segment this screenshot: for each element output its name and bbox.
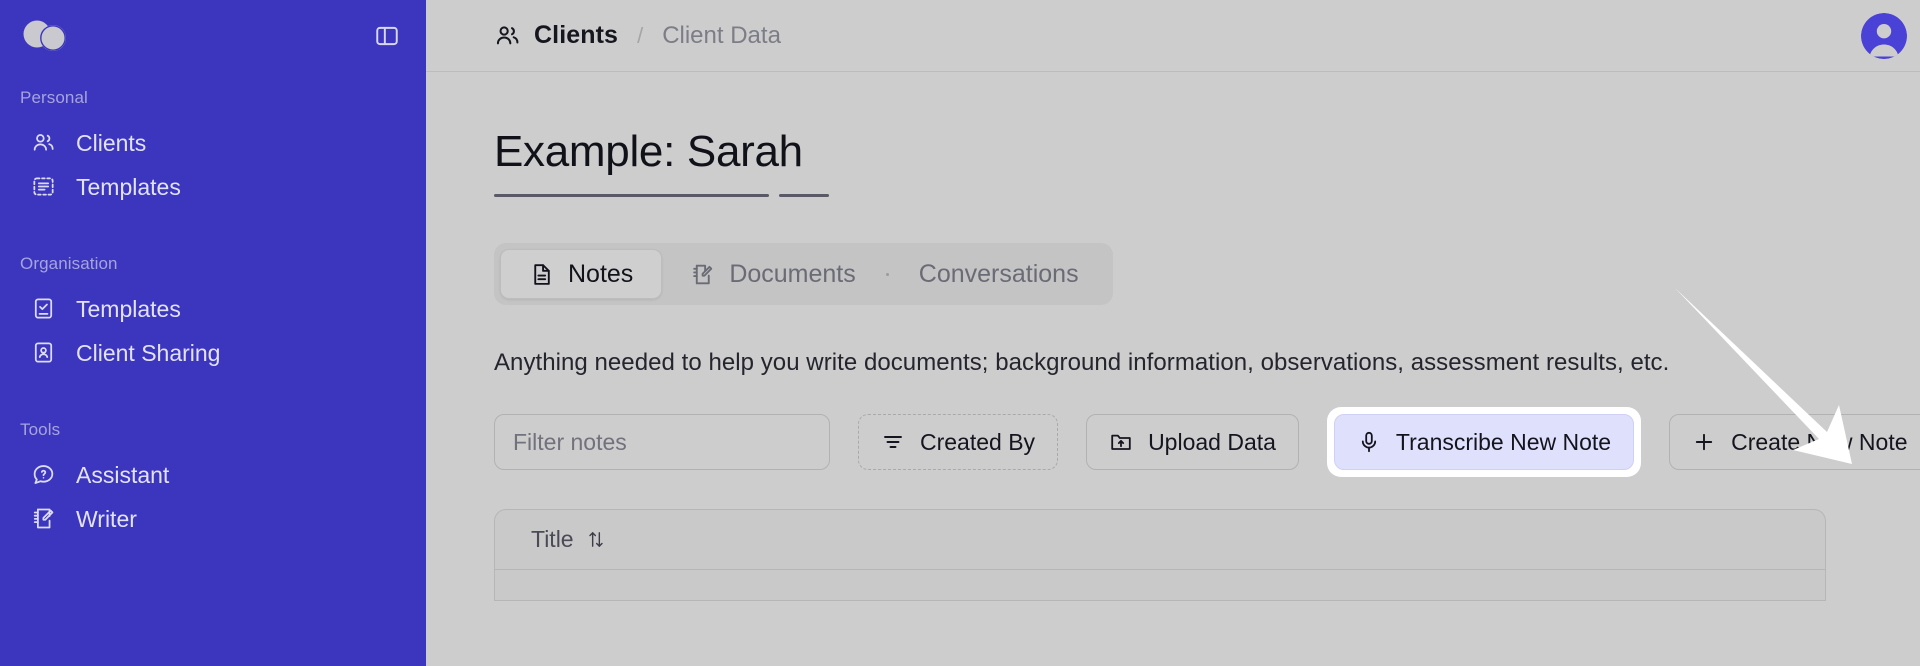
- notes-table: Title: [494, 509, 1826, 602]
- sidebar-item-label: Client Sharing: [76, 339, 221, 366]
- breadcrumb-current[interactable]: Clients: [534, 21, 618, 50]
- sidebar-item-label: Templates: [76, 295, 181, 322]
- tab-conversations[interactable]: Conversations: [891, 249, 1107, 299]
- checked-document-icon: [30, 295, 56, 321]
- sidebar-item-label: Writer: [76, 505, 137, 532]
- upload-data-label: Upload Data: [1148, 428, 1276, 455]
- section-hint: Anything needed to help you write docume…: [494, 349, 1670, 377]
- upload-data-button[interactable]: Upload Data: [1086, 414, 1299, 471]
- sidebar-heading-personal: Personal: [20, 88, 88, 107]
- users-icon: [494, 22, 521, 49]
- top-bar: Clients / Client Data: [426, 0, 1920, 72]
- tab-bar: Notes Documents Conversations: [494, 243, 1113, 306]
- sidebar-header: [0, 0, 426, 72]
- users-icon: [30, 129, 56, 155]
- transcribe-highlight-ring: Transcribe New Note: [1326, 407, 1642, 478]
- title-underline-primary: [494, 194, 769, 198]
- main-area: Clients / Client Data Example: Sarah Not…: [426, 0, 1920, 666]
- filter-notes-input[interactable]: [494, 414, 830, 471]
- sidebar-item-templates-personal[interactable]: Templates: [0, 164, 426, 208]
- create-new-note-button[interactable]: Create New Note: [1669, 414, 1920, 471]
- chat-question-icon: [30, 461, 56, 487]
- breadcrumb: Clients / Client Data: [494, 21, 781, 50]
- breadcrumb-separator: /: [637, 22, 644, 48]
- tab-separator-dot: [885, 272, 889, 276]
- sidebar: Personal Clients Templates Organisation …: [0, 0, 426, 666]
- sidebar-item-clients[interactable]: Clients: [0, 120, 426, 164]
- title-underline-group: [494, 194, 894, 198]
- table-column-title[interactable]: Title: [531, 526, 606, 553]
- sidebar-item-templates-org[interactable]: Templates: [0, 286, 426, 330]
- create-new-note-label: Create New Note: [1731, 428, 1908, 455]
- created-by-label: Created By: [920, 428, 1036, 455]
- title-underline-secondary: [779, 194, 829, 198]
- app-root: Personal Clients Templates Organisation …: [0, 0, 1920, 666]
- notes-toolbar: Created By Upload Data: [494, 407, 1920, 478]
- tab-label: Conversations: [918, 259, 1079, 288]
- table-column-label: Title: [531, 526, 574, 553]
- transcribe-new-note-label: Transcribe New Note: [1395, 428, 1612, 455]
- user-avatar[interactable]: [1860, 12, 1907, 59]
- id-card-icon: [30, 339, 56, 365]
- sidebar-heading-tools: Tools: [20, 420, 61, 439]
- sidebar-item-writer[interactable]: Writer: [0, 496, 426, 540]
- sort-arrows-icon[interactable]: [586, 529, 606, 551]
- page-content: Example: Sarah Notes Documents Conversat…: [426, 72, 1920, 602]
- sidebar-item-assistant[interactable]: Assistant: [0, 452, 426, 496]
- sidebar-heading-organisation: Organisation: [20, 254, 118, 273]
- sidebar-section-personal: Personal Clients Templates: [0, 88, 426, 208]
- microphone-icon: [1357, 430, 1382, 455]
- document-edit-icon: [690, 261, 716, 287]
- sidebar-item-client-sharing[interactable]: Client Sharing: [0, 330, 426, 374]
- tab-label: Notes: [568, 259, 634, 288]
- page-title-block: Example: Sarah: [494, 72, 894, 198]
- transcribe-new-note-button[interactable]: Transcribe New Note: [1333, 414, 1635, 471]
- folder-upload-icon: [1109, 430, 1134, 455]
- document-icon: [529, 261, 555, 287]
- tab-label: Documents: [729, 259, 856, 288]
- sidebar-item-label: Templates: [76, 173, 181, 200]
- filter-lines-icon: [881, 430, 906, 455]
- plus-icon: [1692, 430, 1717, 455]
- panel-toggle-icon[interactable]: [374, 23, 400, 49]
- notebook-pencil-icon: [30, 505, 56, 531]
- table-header-row: Title: [495, 510, 1825, 571]
- sidebar-section-tools: Tools Assistant Writer: [0, 420, 426, 540]
- sidebar-item-label: Clients: [76, 129, 147, 156]
- breadcrumb-sub[interactable]: Client Data: [662, 22, 781, 50]
- sidebar-item-label: Assistant: [76, 461, 170, 488]
- dashed-list-icon: [30, 173, 56, 199]
- tab-documents[interactable]: Documents: [662, 249, 883, 299]
- overlapping-circles-logo[interactable]: [20, 18, 68, 54]
- table-row[interactable]: [495, 570, 1825, 600]
- page-title: Example: Sarah: [494, 127, 803, 176]
- created-by-button[interactable]: Created By: [858, 414, 1059, 471]
- sidebar-section-organisation: Organisation Templates Client Sharing: [0, 254, 426, 374]
- tab-notes[interactable]: Notes: [500, 249, 663, 300]
